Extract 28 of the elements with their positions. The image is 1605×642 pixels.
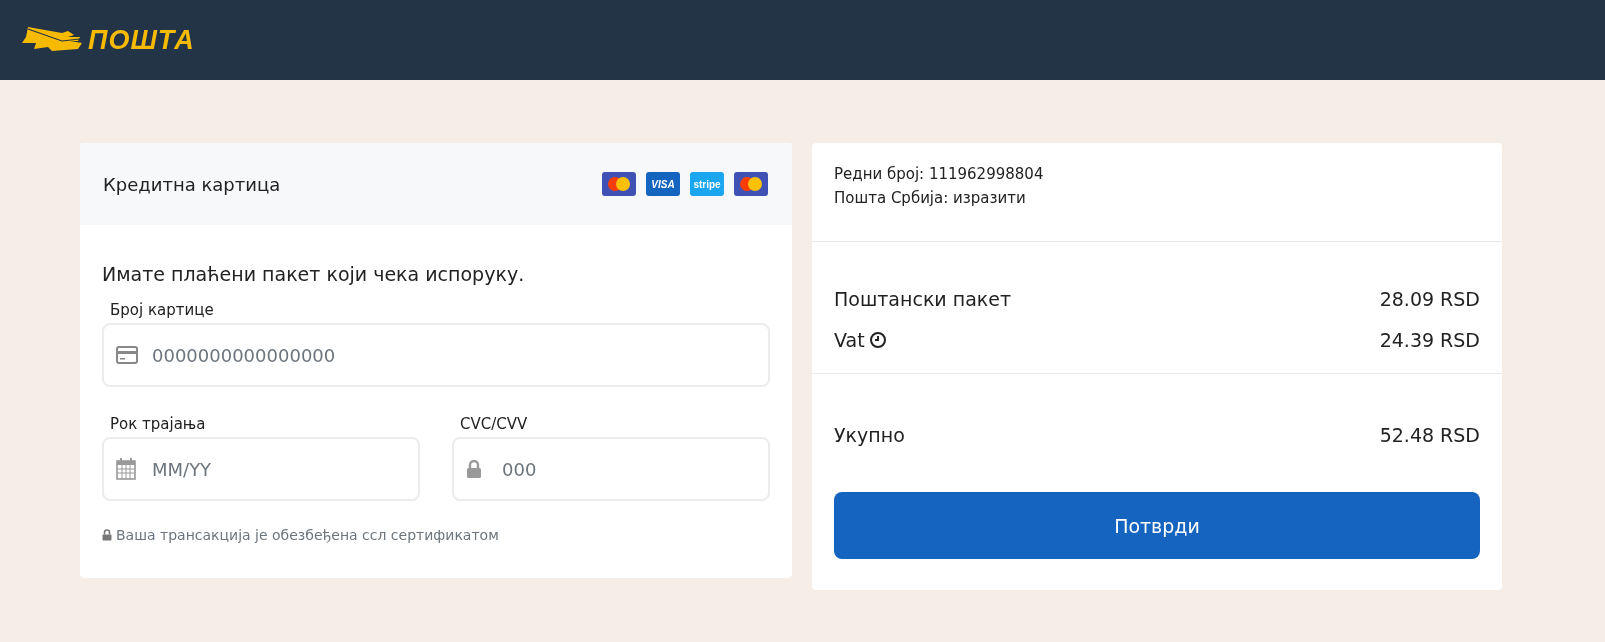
field-label: Рок трајања [110, 415, 207, 433]
lock-icon [102, 529, 112, 541]
field-label: Број картице [110, 301, 215, 319]
line-amount: 28.09 RSD [1379, 288, 1480, 310]
line-label: Поштански пакет [834, 288, 1012, 310]
total-label: Укупно [834, 424, 905, 446]
security-note: Ваша трансакција је обезбеђена ссл сертификатом [116, 527, 499, 543]
input-field[interactable]: 0000000000000000 [102, 323, 770, 387]
stripe-logo: stripe [690, 172, 724, 196]
lock-icon [466, 459, 482, 479]
line-amount: 24.39 RSD [1379, 329, 1480, 351]
calendar-icon [116, 458, 136, 480]
input-field[interactable]: 000 [452, 437, 770, 501]
confirm-button[interactable]: Потврди [834, 492, 1480, 559]
card-title: Кредитна картица [103, 173, 281, 195]
input-field[interactable]: MM/YY [102, 437, 420, 501]
field-label: CVC/CVV [460, 415, 529, 433]
mastercard-logo-icon [602, 172, 636, 196]
order-info: Редни број: 111962998804 [834, 165, 1045, 183]
order-info: Пошта Србија: изразити [834, 189, 1027, 207]
total-amount: 52.48 RSD [1379, 424, 1480, 446]
logo-text: ПОШТА [88, 24, 195, 56]
mastercard-logo-icon [734, 172, 768, 196]
payment-message: Имате плаћени пакет који чека испоруку. [102, 263, 526, 285]
visa-logo: VISA [646, 172, 680, 196]
line-label: Vat [834, 329, 865, 351]
credit-card-icon [116, 346, 138, 364]
envelope-wing-logo-icon [22, 27, 84, 53]
